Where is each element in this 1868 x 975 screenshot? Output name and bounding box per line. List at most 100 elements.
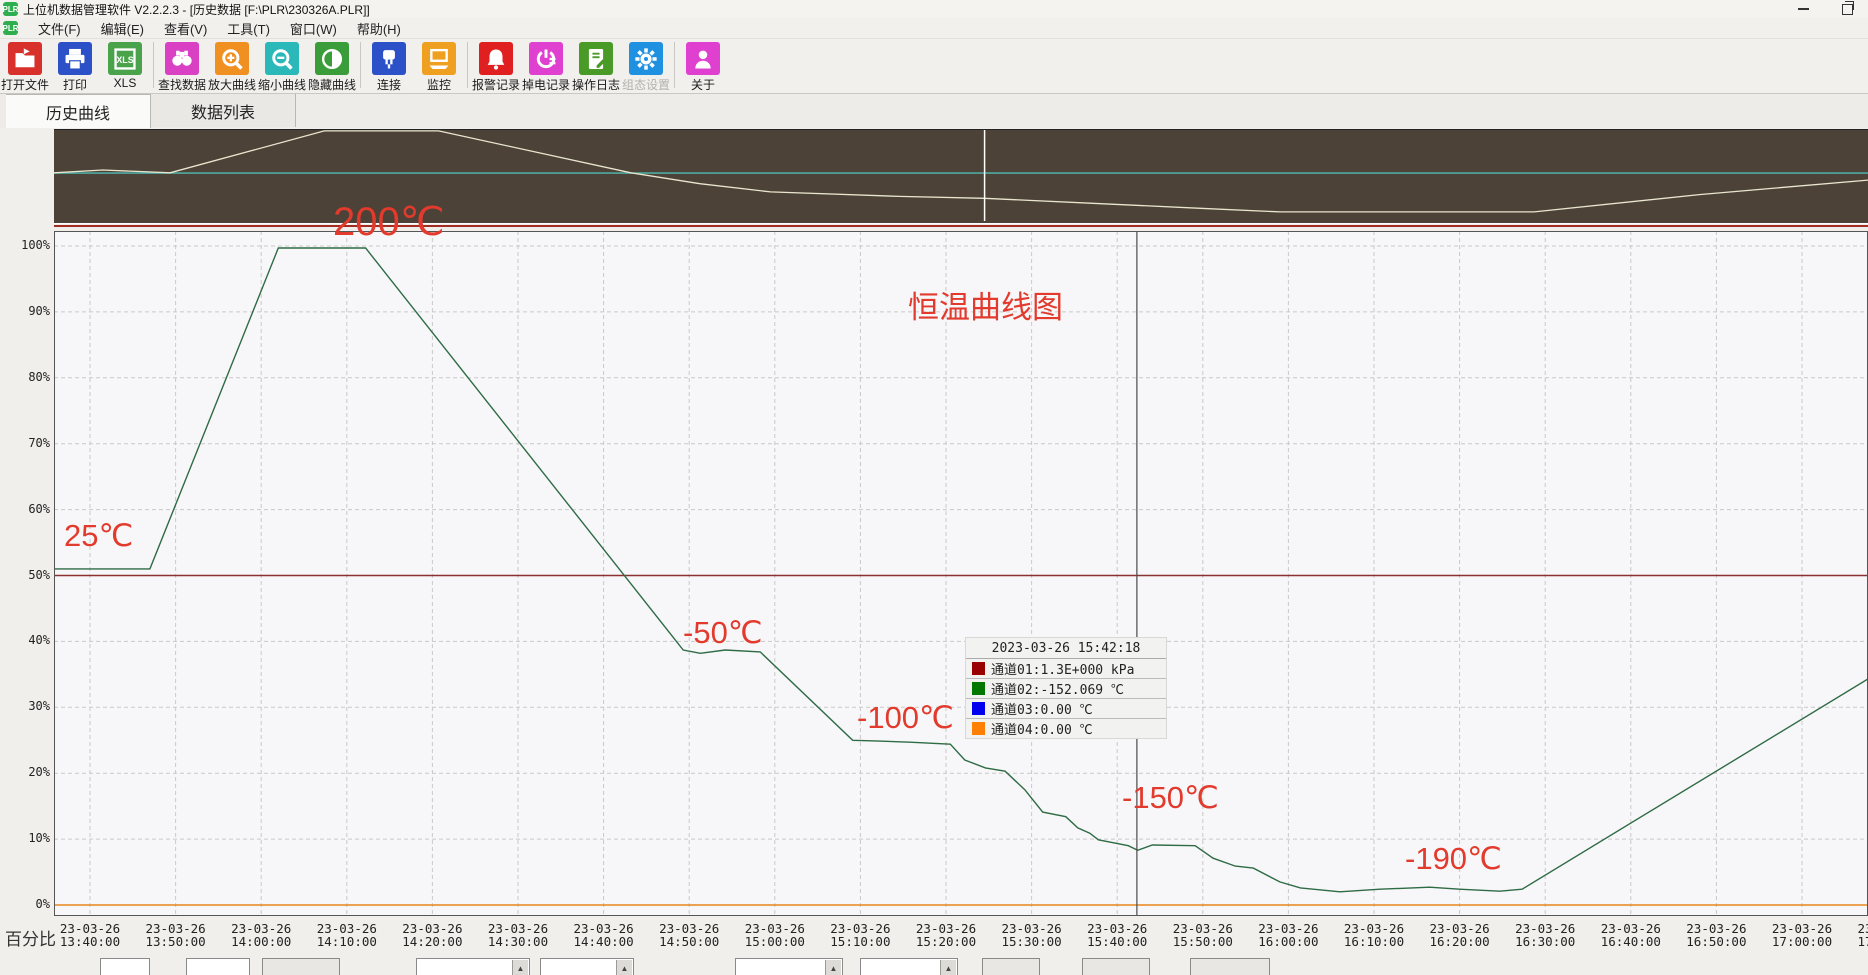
- hide-curve-icon: [315, 42, 349, 75]
- toolbar-button-label: 操作日志: [572, 76, 620, 93]
- toolbar-button-find[interactable]: 查找数据: [157, 39, 207, 93]
- bottom-button[interactable]: [982, 958, 1040, 975]
- tab-data-list[interactable]: 数据列表: [151, 94, 296, 127]
- channel-color-swatch-icon: [972, 682, 985, 695]
- menu-item[interactable]: 工具(T): [217, 18, 280, 39]
- x-axis-label: 23-03-26 14:00:00: [216, 922, 306, 948]
- spinner-icon[interactable]: ▲: [512, 960, 528, 975]
- menu-item[interactable]: 窗口(W): [280, 18, 347, 39]
- x-axis-label: 23-03-26 14:50:00: [644, 922, 734, 948]
- bottom-button[interactable]: [1082, 958, 1150, 975]
- toolbar-button-xls[interactable]: XLS XLS: [100, 39, 150, 90]
- x-axis-label: 23-03-26 16:00:00: [1243, 922, 1333, 948]
- menu-bar: PLR 文件(F)编辑(E)查看(V)工具(T)窗口(W)帮助(H): [0, 18, 1868, 39]
- toolbar-separator: [360, 42, 361, 88]
- menu-item[interactable]: 编辑(E): [91, 18, 154, 39]
- connect-icon: [372, 42, 406, 75]
- toolbar-separator: [467, 42, 468, 88]
- svg-text:XLS: XLS: [116, 55, 133, 65]
- toolbar-button-alarm[interactable]: 报警记录: [471, 39, 521, 93]
- toolbar-button-label: 打开文件: [1, 76, 49, 93]
- toolbar-button-print[interactable]: 打印: [50, 39, 100, 93]
- tab-bar: 历史曲线数据列表: [0, 94, 1868, 128]
- x-axis-label: 23-03-26 16:50:00: [1671, 922, 1761, 948]
- find-icon: [165, 42, 199, 75]
- x-axis-label: 23-03-26 16:10:00: [1329, 922, 1419, 948]
- window-restore-button[interactable]: [1834, 1, 1860, 17]
- bottom-input[interactable]: ▲: [416, 958, 530, 975]
- bottom-input[interactable]: ▲: [860, 958, 958, 975]
- menu-item[interactable]: 帮助(H): [347, 18, 411, 39]
- spinner-icon[interactable]: ▲: [825, 960, 841, 975]
- cursor-tooltip: 2023-03-26 15:42:18 通道01:1.3E+000 kPa通道0…: [965, 637, 1167, 739]
- toolbar-button-label: 隐藏曲线: [308, 76, 356, 93]
- toolbar-separator: [153, 42, 154, 88]
- xls-icon: XLS: [108, 42, 142, 75]
- menu-item[interactable]: 查看(V): [154, 18, 217, 39]
- window-minimize-button[interactable]: [1790, 1, 1816, 17]
- bottom-input[interactable]: ▲: [735, 958, 843, 975]
- bottom-input[interactable]: ▲: [540, 958, 634, 975]
- x-axis-label: 23-03-26 14:20:00: [387, 922, 477, 948]
- bottom-button[interactable]: [262, 958, 340, 975]
- about-icon: [686, 42, 720, 75]
- x-axis-label: 23-03-26 13:50:00: [131, 922, 221, 948]
- toolbar-button-op-log[interactable]: 操作日志: [571, 39, 621, 93]
- x-axis-label: 23-03-26 15:10:00: [815, 922, 905, 948]
- title-bar: PLR 上位机数据管理软件 V2.2.2.3 - [历史数据 [F:\PLR\2…: [0, 0, 1868, 18]
- toolbar-button-power-record[interactable]: 掉电记录: [521, 39, 571, 93]
- toolbar-separator: [674, 42, 675, 88]
- restore-icon: [1842, 4, 1853, 15]
- toolbar-button-connect[interactable]: 连接: [364, 39, 414, 93]
- zoom-in-icon: [215, 42, 249, 75]
- spinner-icon[interactable]: ▲: [616, 960, 632, 975]
- x-axis-label: 23-03-26 16:30:00: [1500, 922, 1590, 948]
- channel-value: 通道02:-152.069 ℃: [991, 679, 1124, 698]
- alarm-icon: [479, 42, 513, 75]
- document-logo-icon: PLR: [3, 21, 18, 35]
- tooltip-channel-row: 通道02:-152.069 ℃: [966, 679, 1166, 699]
- toolbar-button-monitor[interactable]: 监控: [414, 39, 464, 93]
- chart-annotation: -100℃: [857, 702, 954, 733]
- x-axis-label: 23-03-26 15:30:00: [987, 922, 1077, 948]
- zoom-out-icon: [265, 42, 299, 75]
- bottom-input[interactable]: [100, 958, 150, 975]
- tooltip-timestamp: 2023-03-26 15:42:18: [966, 638, 1166, 659]
- history-chart-plot[interactable]: [54, 231, 1868, 916]
- spinner-icon[interactable]: ▲: [940, 960, 956, 975]
- tooltip-channel-row: 通道04:0.00 ℃: [966, 719, 1166, 738]
- x-axis-label: 23-03-26 13:40:00: [45, 922, 135, 948]
- y-axis-label: 40%: [2, 633, 50, 647]
- channel-color-swatch-icon: [972, 722, 985, 735]
- channel-color-swatch-icon: [972, 702, 985, 715]
- toolbar-button-config[interactable]: 组态设置: [621, 39, 671, 93]
- bottom-input[interactable]: [186, 958, 250, 975]
- toolbar-button-label: 关于: [691, 76, 715, 93]
- overview-strip[interactable]: [54, 129, 1868, 224]
- chart-annotation: 25℃: [64, 520, 133, 551]
- menu-item[interactable]: 文件(F): [28, 18, 91, 39]
- bottom-button[interactable]: [1190, 958, 1270, 975]
- y-axis-label: 30%: [2, 699, 50, 713]
- x-axis-label: 23-03-26 15:00:00: [730, 922, 820, 948]
- toolbar-button-hide-curve[interactable]: 隐藏曲线: [307, 39, 357, 93]
- channel-color-swatch-icon: [972, 662, 985, 675]
- chart-annotation: -150℃: [1122, 782, 1219, 813]
- x-axis-label: 23-03-26 17:00:00: [1757, 922, 1847, 948]
- open-file-icon: [8, 42, 42, 75]
- toolbar-button-label: XLS: [114, 76, 137, 90]
- y-axis-label: 90%: [2, 304, 50, 318]
- toolbar-button-open-file[interactable]: 打开文件: [0, 39, 50, 93]
- y-axis-label: 60%: [2, 502, 50, 516]
- toolbar: 打开文件打印 XLS XLS 查找数据放大曲线缩小曲线隐藏曲线连接监控报警记录掉电记录…: [0, 39, 1868, 94]
- toolbar-button-zoom-in[interactable]: 放大曲线: [207, 39, 257, 93]
- overview-curve: [54, 130, 1868, 221]
- toolbar-button-about[interactable]: 关于: [678, 39, 728, 93]
- x-axis-label: 23-03-26 16:20:00: [1415, 922, 1505, 948]
- toolbar-button-zoom-out[interactable]: 缩小曲线: [257, 39, 307, 93]
- print-icon: [58, 42, 92, 75]
- tooltip-channel-row: 通道03:0.00 ℃: [966, 699, 1166, 719]
- history-chart[interactable]: [54, 231, 1868, 916]
- toolbar-button-label: 掉电记录: [522, 76, 570, 93]
- tab-history-curve[interactable]: 历史曲线: [6, 94, 151, 128]
